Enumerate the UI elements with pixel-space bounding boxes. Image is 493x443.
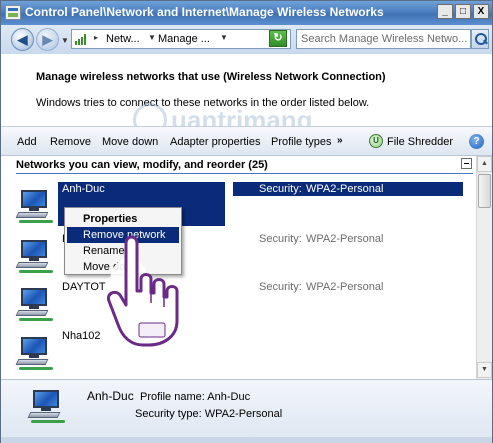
wireless-network-icon bbox=[15, 236, 57, 278]
hand-pointer-icon bbox=[106, 235, 179, 347]
profile-types-button[interactable]: Profile types bbox=[271, 136, 332, 148]
back-arrow-icon[interactable]: ◀ bbox=[11, 28, 34, 51]
profile-name-label: Profile name: bbox=[140, 391, 205, 403]
title-bar: Control Panel\Network and Internet\Manag… bbox=[1, 1, 492, 25]
collapse-group-button[interactable] bbox=[461, 158, 472, 169]
wireless-network-icon bbox=[15, 284, 57, 326]
details-network-name: Anh-Duc bbox=[87, 389, 134, 403]
network-name: Anh-Duc bbox=[62, 183, 105, 195]
security-value: WPA2-Personal bbox=[306, 233, 384, 245]
window-title: Control Panel\Network and Internet\Manag… bbox=[25, 5, 384, 19]
move-down-button[interactable]: Move down bbox=[102, 136, 158, 148]
wireless-network-icon bbox=[15, 186, 57, 228]
wireless-network-icon bbox=[27, 386, 69, 428]
page-heading: Manage wireless networks that use (Wirel… bbox=[36, 71, 386, 83]
refresh-icon[interactable]: ↻ bbox=[269, 30, 287, 47]
security-label: Security: bbox=[259, 183, 302, 195]
scroll-down-icon[interactable]: ▼ bbox=[477, 362, 492, 378]
breadcrumb-network[interactable]: Netw... bbox=[106, 33, 140, 45]
recent-pages-dropdown[interactable]: ▼ bbox=[61, 36, 69, 45]
add-button[interactable]: Add bbox=[17, 136, 37, 148]
breadcrumb-manage[interactable]: Manage ... bbox=[158, 33, 210, 45]
network-row[interactable]: DAYTOT Security: WPA2-Personal bbox=[1, 280, 476, 330]
window: Control Panel\Network and Internet\Manag… bbox=[0, 0, 493, 443]
network-row[interactable]: Nha102 bbox=[1, 329, 476, 379]
search-input[interactable]: Search Manage Wireless Netwo... bbox=[296, 29, 471, 49]
scroll-up-icon[interactable]: ▲ bbox=[477, 156, 492, 172]
profile-name-value: Anh-Duc bbox=[207, 391, 251, 403]
wireless-network-icon bbox=[15, 333, 57, 375]
menu-item-properties[interactable]: Properties bbox=[67, 211, 179, 227]
address-bar[interactable]: ▸ Netw... ▼ Manage ... ▼ bbox=[71, 29, 291, 49]
adapter-properties-button[interactable]: Adapter properties bbox=[170, 136, 261, 148]
control-panel-icon bbox=[5, 5, 21, 20]
security-value: WPA2-Personal bbox=[306, 281, 384, 293]
details-pane: Anh-Duc Profile name: Anh-Duc Security t… bbox=[1, 379, 492, 437]
forward-arrow-icon[interactable]: ▶ bbox=[36, 28, 59, 51]
minimize-button[interactable]: _ bbox=[437, 4, 453, 19]
security-type-label: Security type: bbox=[135, 408, 202, 420]
scroll-thumb[interactable] bbox=[478, 174, 491, 208]
security-value: WPA2-Personal bbox=[306, 183, 384, 195]
maximize-button[interactable]: □ bbox=[455, 4, 471, 19]
toolbar: Add Remove Move down Adapter properties … bbox=[1, 126, 492, 156]
group-title: Networks you can view, modify, and reord… bbox=[16, 159, 268, 171]
search-icon[interactable] bbox=[471, 29, 489, 49]
file-shredder-icon: U bbox=[369, 134, 383, 148]
help-icon[interactable]: ? bbox=[469, 134, 484, 149]
file-shredder-button[interactable]: File Shredder bbox=[387, 136, 453, 148]
network-folder-icon bbox=[75, 34, 89, 45]
security-label: Security: bbox=[259, 281, 302, 293]
address-row: ◀ ▶ ▼ ▸ Netw... ▼ Manage ... ▼ ↻ Search … bbox=[1, 25, 492, 54]
close-button[interactable]: X bbox=[473, 4, 489, 19]
remove-button[interactable]: Remove bbox=[50, 136, 91, 148]
security-type-value: WPA2-Personal bbox=[204, 408, 283, 420]
vertical-scrollbar[interactable]: ▲ ▼ bbox=[476, 156, 492, 379]
security-label: Security: bbox=[259, 233, 302, 245]
more-commands-button[interactable]: » bbox=[337, 135, 343, 146]
